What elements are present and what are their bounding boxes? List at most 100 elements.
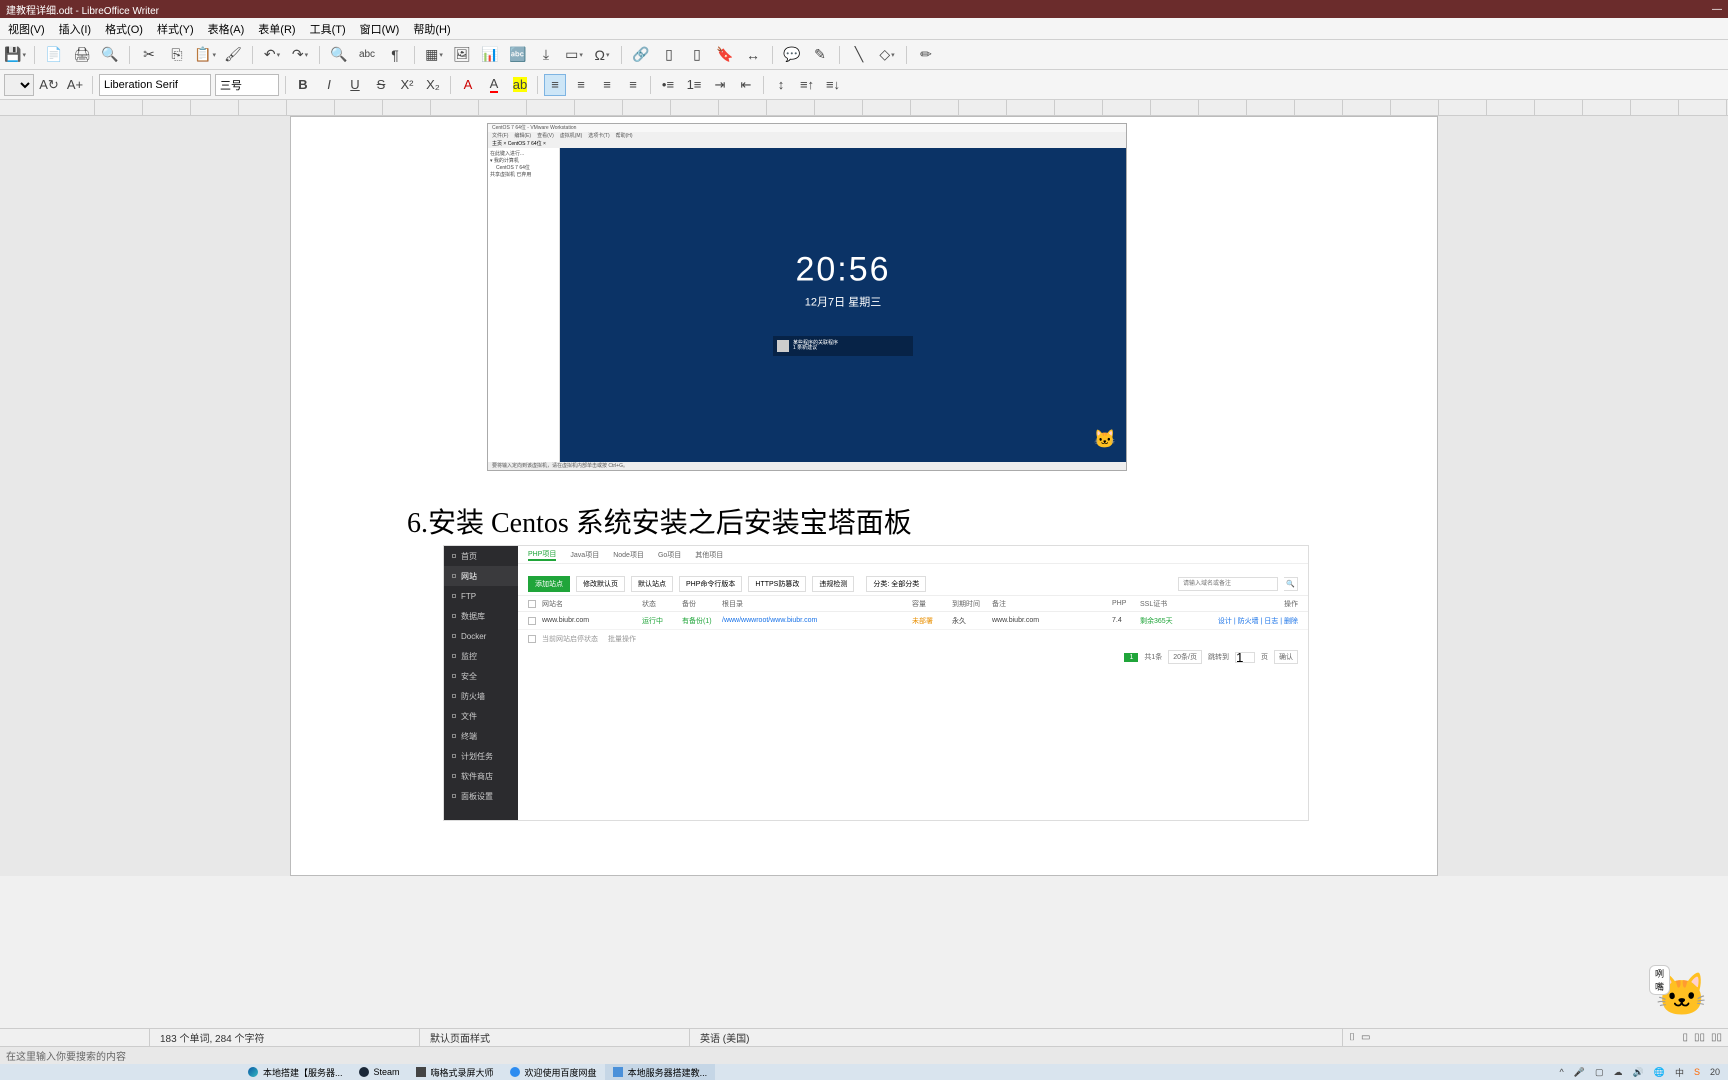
highlight-button[interactable]: ab [509,74,531,96]
bold-button[interactable]: B [292,74,314,96]
underline-button[interactable]: U [344,74,366,96]
system-tray[interactable]: ^ 🎤 ▢ ☁ 🔊 🌐 中 S 20 [1552,1066,1728,1079]
bt-main: PHP项目 Java项目 Node项目 Go项目 其他项目 添加站点 修改默认页… [518,546,1308,820]
menu-table[interactable]: 表格(A) [208,21,245,37]
embedded-image-btpanel[interactable]: 首页 网站 FTP 数据库 Docker 监控 安全 防火墙 文件 终端 计划任… [443,545,1309,821]
tray-chevron-icon[interactable]: ^ [1560,1067,1564,1077]
menu-help[interactable]: 帮助(H) [413,21,450,37]
clear-format-button[interactable]: A [457,74,479,96]
page-break-button[interactable]: ⤓ [535,44,557,66]
bookmark-button[interactable]: 🔖 [714,44,736,66]
update-style-button[interactable]: A↻ [38,74,60,96]
paste-button[interactable]: 📋 [194,44,216,66]
superscript-button[interactable]: X² [396,74,418,96]
tray-app-icon[interactable]: ▢ [1595,1067,1604,1078]
tray-ime-icon[interactable]: 中 [1675,1066,1684,1079]
textbox-button[interactable]: 🔤 [507,44,529,66]
taskbar: 本地搭建【服务器... Steam 嗨格式录屏大师 欢迎使用百度网盘 本地服务器… [0,1064,1728,1080]
save-button[interactable]: 💾 [4,44,26,66]
font-name-input[interactable] [99,74,211,96]
search-icon: 🔍 [1284,577,1298,591]
menu-window[interactable]: 窗口(W) [360,21,400,37]
embedded-image-vmware[interactable]: CentOS 7 64位 - VMware Workstation 文件(F)编… [487,123,1127,471]
window-title: 建教程详细.odt - LibreOffice Writer [6,2,159,17]
print-button[interactable]: 🖨 [71,44,93,66]
copy-button[interactable]: ⎘ [166,44,188,66]
format-marks-button[interactable]: ¶ [384,44,406,66]
align-justify-button[interactable]: ≡ [622,74,644,96]
font-size-input[interactable] [215,74,279,96]
document-area[interactable]: CentOS 7 64位 - VMware Workstation 文件(F)编… [0,116,1728,876]
cut-button[interactable]: ✂ [138,44,160,66]
taskbar-item-steam[interactable]: Steam [351,1064,408,1080]
tray-onedrive-icon[interactable]: ☁ [1614,1067,1623,1078]
align-left-button[interactable]: ≡ [544,74,566,96]
taskbar-item-writer[interactable]: 本地服务器搭建教... [605,1064,716,1080]
draw-functions-button[interactable]: ✏ [915,44,937,66]
bullet-list-button[interactable]: •≡ [657,74,679,96]
track-changes-button[interactable]: ✎ [809,44,831,66]
bt-violation: 违规检测 [812,576,854,592]
tray-volume-icon[interactable]: 🔊 [1633,1067,1644,1078]
strike-button[interactable]: S [370,74,392,96]
taskbar-item-recorder[interactable]: 嗨格式录屏大师 [408,1064,502,1080]
font-color-button[interactable]: A [483,74,505,96]
chart-button[interactable]: 📊 [479,44,501,66]
selection-mode-icon[interactable]: ▭ [1361,1032,1370,1043]
para-spacing-dec-button[interactable]: ≡↓ [822,74,844,96]
print-preview-button[interactable]: 🔍 [99,44,121,66]
align-right-button[interactable]: ≡ [596,74,618,96]
view-book-icon[interactable]: ▯▯ [1711,1032,1722,1043]
redo-button[interactable]: ↷ [289,44,311,66]
tray-sogou-icon[interactable]: S [1694,1067,1700,1077]
export-pdf-button[interactable]: 📄 [43,44,65,66]
status-lang[interactable]: 英语 (美国) [690,1029,1343,1046]
image-button[interactable]: 🖼 [451,44,473,66]
minimize-button[interactable]: — [1712,4,1722,15]
line-button[interactable]: ╲ [848,44,870,66]
undo-button[interactable]: ↶ [261,44,283,66]
paragraph-style-select[interactable] [4,74,34,96]
endnote-button[interactable]: ▯ [686,44,708,66]
menu-tools[interactable]: 工具(T) [310,21,346,37]
new-style-button[interactable]: A+ [64,74,86,96]
italic-button[interactable]: I [318,74,340,96]
menu-styles[interactable]: 样式(Y) [157,21,194,37]
footnote-button[interactable]: ▯ [658,44,680,66]
status-style[interactable]: 默认页面样式 [420,1029,690,1046]
cross-ref-button[interactable]: ↔ [742,44,764,66]
subscript-button[interactable]: X₂ [422,74,444,96]
view-single-icon[interactable]: ▯ [1682,1032,1688,1043]
special-char-button[interactable]: Ω [591,44,613,66]
spellcheck-button[interactable]: abc [356,44,378,66]
align-center-button[interactable]: ≡ [570,74,592,96]
view-multi-icon[interactable]: ▯▯ [1694,1032,1705,1043]
tray-network-icon[interactable]: 🌐 [1654,1067,1665,1078]
table-button[interactable]: ▦ [423,44,445,66]
find-button[interactable]: 🔍 [328,44,350,66]
search-row[interactable]: 在这里输入你要搜索的内容 [0,1046,1728,1064]
line-spacing-button[interactable]: ↕ [770,74,792,96]
menu-view[interactable]: 视图(V) [8,21,45,37]
decrease-indent-button[interactable]: ⇤ [735,74,757,96]
number-list-button[interactable]: 1≡ [683,74,705,96]
tray-mic-icon[interactable]: 🎤 [1574,1067,1585,1078]
hyperlink-button[interactable]: 🔗 [630,44,652,66]
field-button[interactable]: ▭ [563,44,585,66]
menu-insert[interactable]: 插入(I) [59,21,91,37]
para-spacing-inc-button[interactable]: ≡↑ [796,74,818,96]
search-hint: 在这里输入你要搜索的内容 [0,1048,132,1063]
basic-shapes-button[interactable]: ◇ [876,44,898,66]
tray-clock[interactable]: 20 [1710,1067,1720,1077]
ruler[interactable] [0,100,1728,116]
taskbar-item-edge[interactable]: 本地搭建【服务器... [240,1064,351,1080]
menu-format[interactable]: 格式(O) [105,21,143,37]
clone-format-button[interactable]: 🖌 [222,44,244,66]
insert-mode-icon[interactable]: ⌷ [1349,1032,1355,1043]
comment-button[interactable]: 💬 [781,44,803,66]
increase-indent-button[interactable]: ⇥ [709,74,731,96]
menu-form[interactable]: 表单(R) [258,21,295,37]
mascot-icon: 🐱 [1094,429,1116,450]
taskbar-item-baidu[interactable]: 欢迎使用百度网盘 [502,1064,605,1080]
desktop-mascot[interactable]: 咧嘴 🐱 [1656,971,1708,1020]
